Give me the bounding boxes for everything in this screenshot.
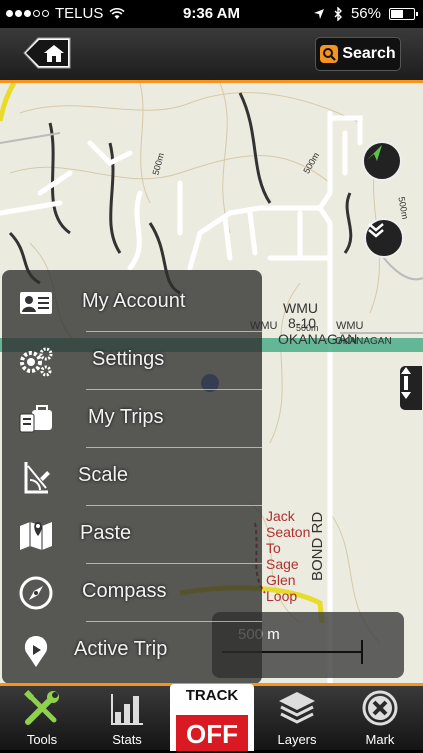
menu-item-paste[interactable]: Paste (2, 506, 262, 564)
bottom-tab-bar: Tools Stats TRACK OFF Layers Mark (0, 683, 423, 752)
close-circle-icon (362, 690, 398, 726)
location-arrow-icon (313, 8, 324, 19)
battery-icon (389, 7, 418, 20)
tab-tools[interactable]: Tools (7, 690, 77, 752)
drafting-compass-icon (24, 462, 50, 494)
menu-item-settings[interactable]: Settings (2, 332, 262, 390)
double-chevron-down-icon (368, 223, 384, 238)
tab-mark[interactable]: Mark (345, 690, 415, 752)
bar-chart-icon (111, 694, 143, 725)
luggage-icon (19, 405, 52, 433)
menu-item-label: Scale (78, 464, 129, 486)
compass-icon (19, 576, 53, 610)
status-bar: TELUS 9:36 AM 56% (0, 0, 423, 28)
app-header: Search (0, 28, 423, 83)
tab-label: Layers (277, 732, 317, 747)
home-icon (23, 37, 71, 69)
map-label-trail: Jack Seaton To Sage Glen Loop (266, 508, 311, 604)
menu-item-label: Paste (80, 522, 132, 544)
menu-item-compass[interactable]: Compass (2, 564, 262, 622)
map-label-elevation: 500m (296, 323, 319, 333)
battery-percent: 56% (350, 5, 381, 22)
menu-item-scale[interactable]: Scale (2, 448, 262, 506)
location-pin-icon (24, 636, 48, 667)
layers-icon (279, 692, 315, 724)
menu-item-label: My Trips (88, 406, 164, 428)
home-button[interactable] (22, 36, 72, 70)
tab-label: Stats (112, 732, 142, 747)
gears-icon (20, 347, 53, 377)
vertical-arrows-icon (401, 367, 411, 399)
track-label: TRACK (185, 687, 239, 704)
map-paste-icon (20, 522, 52, 550)
menu-item-my-trips[interactable]: My Trips (2, 390, 262, 448)
menu-item-my-account[interactable]: My Account (2, 274, 262, 332)
tab-label: Tools (26, 732, 58, 747)
navigation-arrow-icon (367, 145, 382, 161)
bluetooth-icon (334, 6, 342, 21)
collapse-map-tools-button[interactable] (364, 218, 404, 258)
menu-item-label: My Account (82, 290, 186, 312)
track-state: OFF (176, 715, 248, 751)
wrench-screwdriver-icon (24, 690, 59, 725)
menu-item-label: Compass (82, 580, 167, 602)
tab-layers[interactable]: Layers (262, 690, 332, 752)
track-toggle-button[interactable]: TRACK OFF (170, 684, 254, 751)
search-icon (320, 45, 339, 63)
map-label-road: BOND RD (309, 511, 326, 581)
search-button[interactable]: Search (315, 37, 401, 71)
locate-button[interactable] (362, 141, 402, 181)
map-label-wmu-small: WMU (336, 320, 364, 332)
tab-label: Mark (365, 732, 395, 747)
menu-item-label: Settings (92, 348, 165, 370)
menu-item-label: Active Trip (74, 638, 168, 660)
map-label-wmu: WMU (283, 300, 318, 316)
side-panel-handle[interactable] (400, 366, 422, 410)
search-label: Search (342, 45, 396, 62)
tab-stats[interactable]: Stats (92, 690, 162, 752)
map-label-okanagan-small: OKANAGAN (335, 336, 392, 347)
menu-item-active-trip[interactable]: Active Trip (2, 622, 262, 680)
tools-menu: My Account Settings My Trips Scale Paste… (2, 270, 262, 684)
account-card-icon (20, 292, 52, 314)
